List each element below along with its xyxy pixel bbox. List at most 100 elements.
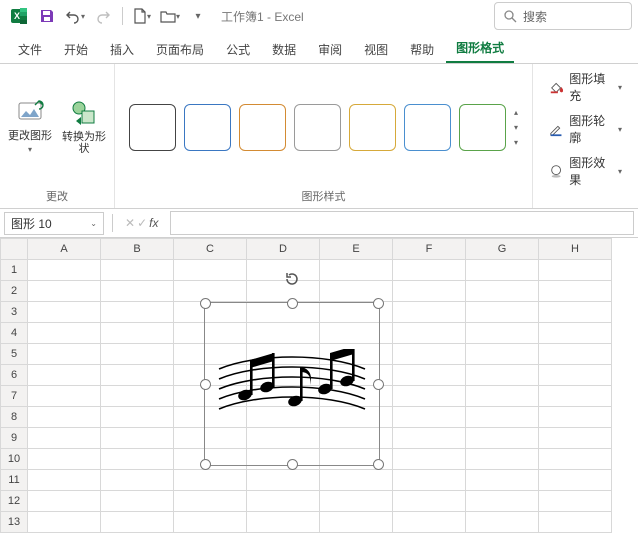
cell[interactable] — [247, 428, 320, 449]
tab-公式[interactable]: 公式 — [216, 35, 260, 63]
column-header[interactable]: A — [28, 239, 101, 260]
cell[interactable] — [101, 344, 174, 365]
cell[interactable] — [320, 491, 393, 512]
column-header[interactable]: B — [101, 239, 174, 260]
cell[interactable] — [28, 323, 101, 344]
undo-icon[interactable]: ▾ — [62, 3, 88, 29]
cell[interactable] — [320, 512, 393, 533]
cell[interactable] — [539, 302, 612, 323]
cell[interactable] — [101, 512, 174, 533]
cell[interactable] — [320, 281, 393, 302]
shape-style-preset[interactable] — [129, 104, 176, 151]
cell[interactable] — [101, 323, 174, 344]
cell[interactable] — [101, 491, 174, 512]
cell[interactable] — [393, 386, 466, 407]
cell[interactable] — [539, 365, 612, 386]
cell[interactable] — [393, 407, 466, 428]
save-icon[interactable] — [34, 3, 60, 29]
cell[interactable] — [539, 386, 612, 407]
cell[interactable] — [466, 428, 539, 449]
cell[interactable] — [28, 260, 101, 281]
cell[interactable] — [247, 491, 320, 512]
cell[interactable] — [101, 470, 174, 491]
confirm-icon[interactable]: ✓ — [137, 216, 147, 230]
cell[interactable] — [393, 512, 466, 533]
cell[interactable] — [247, 323, 320, 344]
row-header[interactable]: 9 — [1, 428, 28, 449]
row-header[interactable]: 4 — [1, 323, 28, 344]
cell[interactable] — [320, 302, 393, 323]
cell[interactable] — [320, 323, 393, 344]
cancel-icon[interactable]: ✕ — [125, 216, 135, 230]
cell[interactable] — [320, 449, 393, 470]
cell[interactable] — [174, 302, 247, 323]
cell[interactable] — [174, 470, 247, 491]
search-box[interactable]: 搜索 — [494, 2, 632, 30]
cell[interactable] — [466, 365, 539, 386]
cell[interactable] — [101, 260, 174, 281]
cell[interactable] — [393, 260, 466, 281]
cell[interactable] — [28, 281, 101, 302]
cell[interactable] — [101, 281, 174, 302]
cell[interactable] — [28, 470, 101, 491]
cell[interactable] — [393, 449, 466, 470]
cell[interactable] — [466, 512, 539, 533]
new-file-icon[interactable]: ▾ — [129, 3, 155, 29]
cell[interactable] — [174, 491, 247, 512]
cell[interactable] — [466, 260, 539, 281]
cell[interactable] — [174, 260, 247, 281]
cell[interactable] — [174, 449, 247, 470]
cell[interactable] — [466, 449, 539, 470]
shape-style-preset[interactable] — [459, 104, 506, 151]
row-header[interactable]: 13 — [1, 512, 28, 533]
cell[interactable] — [539, 344, 612, 365]
cell[interactable] — [28, 344, 101, 365]
row-header[interactable]: 8 — [1, 407, 28, 428]
row-header[interactable]: 10 — [1, 449, 28, 470]
tab-视图[interactable]: 视图 — [354, 35, 398, 63]
shape-style-preset[interactable] — [294, 104, 341, 151]
cell[interactable] — [320, 470, 393, 491]
cell[interactable] — [247, 512, 320, 533]
column-header[interactable]: F — [393, 239, 466, 260]
music-notes-graphic[interactable] — [217, 349, 367, 429]
row-header[interactable]: 5 — [1, 344, 28, 365]
shape-style-preset[interactable] — [184, 104, 231, 151]
cell[interactable] — [174, 323, 247, 344]
cell[interactable] — [539, 281, 612, 302]
cell[interactable] — [320, 428, 393, 449]
cell[interactable] — [101, 386, 174, 407]
excel-app-icon[interactable]: X — [6, 3, 32, 29]
row-header[interactable]: 3 — [1, 302, 28, 323]
open-folder-icon[interactable]: ▾ — [157, 3, 183, 29]
cell[interactable] — [101, 407, 174, 428]
cell[interactable] — [539, 260, 612, 281]
row-header[interactable]: 7 — [1, 386, 28, 407]
cell[interactable] — [393, 323, 466, 344]
formula-input[interactable] — [170, 211, 634, 235]
cell[interactable] — [466, 470, 539, 491]
cell[interactable] — [28, 365, 101, 386]
column-header[interactable]: D — [247, 239, 320, 260]
cell[interactable] — [247, 449, 320, 470]
cell[interactable] — [28, 428, 101, 449]
cell[interactable] — [393, 365, 466, 386]
tab-帮助[interactable]: 帮助 — [400, 35, 444, 63]
cell[interactable] — [174, 428, 247, 449]
shape-style-preset[interactable] — [404, 104, 451, 151]
column-header[interactable]: H — [539, 239, 612, 260]
cell[interactable] — [101, 365, 174, 386]
tab-图形格式[interactable]: 图形格式 — [446, 33, 514, 63]
column-header[interactable]: E — [320, 239, 393, 260]
change-graphic-button[interactable]: 更改图形 ▾ — [6, 93, 54, 161]
row-header[interactable]: 6 — [1, 365, 28, 386]
cell[interactable] — [101, 449, 174, 470]
cell[interactable] — [28, 512, 101, 533]
cell[interactable] — [539, 407, 612, 428]
cell[interactable] — [539, 449, 612, 470]
tab-审阅[interactable]: 审阅 — [308, 35, 352, 63]
cell[interactable] — [101, 302, 174, 323]
cell[interactable] — [247, 302, 320, 323]
cell[interactable] — [28, 407, 101, 428]
row-header[interactable]: 12 — [1, 491, 28, 512]
